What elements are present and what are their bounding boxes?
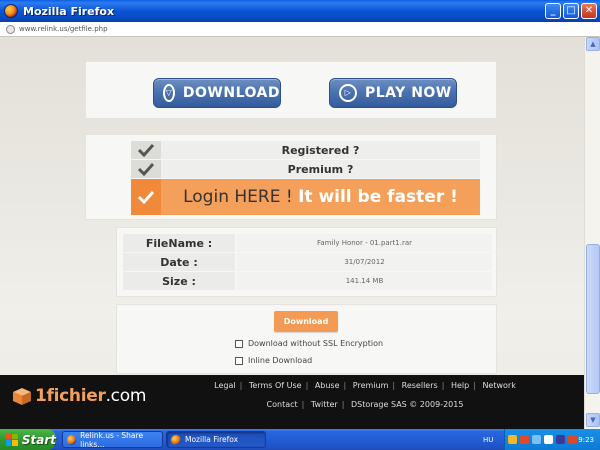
filename-value: Family Honor - 01.part1.rar <box>237 234 492 252</box>
ssl-checkbox[interactable] <box>235 339 243 348</box>
language-indicator[interactable]: HU <box>483 429 493 450</box>
box-icon <box>11 385 33 407</box>
date-value: 31/07/2012 <box>237 253 492 271</box>
login-label-emphasis: It will be faster ! <box>298 187 458 207</box>
scroll-down-icon[interactable]: ▼ <box>586 413 600 427</box>
premium-row[interactable]: Premium ? <box>131 160 480 178</box>
vertical-scrollbar[interactable]: ▲ ▼ <box>584 37 600 429</box>
checkmark-icon <box>131 179 161 215</box>
volume-icon[interactable] <box>544 435 553 444</box>
login-label: Login HERE ! It will be faster ! <box>161 187 480 207</box>
app-icon[interactable] <box>568 435 577 444</box>
table-row: FileName : Family Honor - 01.part1.rar <box>123 234 492 252</box>
brand-tld: .com <box>105 386 147 406</box>
download-button[interactable]: ▽ DOWNLOAD <box>153 78 281 108</box>
registered-label: Registered ? <box>281 143 360 157</box>
login-button[interactable]: Login HERE ! It will be faster ! <box>131 179 480 215</box>
premium-label: Premium ? <box>287 162 354 176</box>
chevron-down-icon: ▽ <box>163 84 175 102</box>
minimize-button[interactable]: _ <box>545 3 561 19</box>
date-label: Date : <box>123 253 235 271</box>
page-viewport: ▽ DOWNLOAD ▷ PLAY NOW Registered ? Premi… <box>0 37 584 429</box>
taskbar-item-relink[interactable]: Relink.us - Share links... <box>62 430 163 449</box>
taskbar: Start Relink.us - Share links... Mozilla… <box>0 429 600 450</box>
footer-link-resellers[interactable]: Resellers <box>402 381 438 390</box>
footer-link-terms[interactable]: Terms Of Use <box>249 381 302 390</box>
footer-link-premium[interactable]: Premium <box>353 381 389 390</box>
start-button[interactable]: Start <box>0 429 56 450</box>
brand-logo[interactable]: 1fichier.com <box>11 385 146 407</box>
ssl-option[interactable]: Download without SSL Encryption <box>235 339 383 348</box>
start-label: Start <box>21 432 56 447</box>
system-tray: 9:23 <box>504 429 600 450</box>
account-options-panel: Registered ? Premium ? Login HERE ! It w… <box>85 134 497 220</box>
taskbar-item-firefox[interactable]: Mozilla Firefox <box>166 431 266 448</box>
close-button[interactable]: ✕ <box>581 3 597 19</box>
maximize-button[interactable]: □ <box>563 3 579 19</box>
registered-row[interactable]: Registered ? <box>131 141 480 159</box>
brand-name: 1fichier <box>35 386 106 406</box>
login-label-prefix: Login HERE ! <box>183 187 299 207</box>
scroll-thumb[interactable] <box>586 244 600 394</box>
ssl-option-label: Download without SSL Encryption <box>248 339 384 348</box>
security-icon[interactable] <box>508 435 517 444</box>
footer-link-abuse[interactable]: Abuse <box>315 381 340 390</box>
footer-links-secondary: Contact | Twitter | DStorage SAS © 2009-20… <box>266 400 464 409</box>
table-row: Size : 141.14 MB <box>123 272 492 290</box>
taskbar-item-label: Mozilla Firefox <box>185 435 239 444</box>
footer-link-legal[interactable]: Legal <box>214 381 235 390</box>
play-icon: ▷ <box>339 84 357 102</box>
play-now-button[interactable]: ▷ PLAY NOW <box>329 78 457 108</box>
firefox-icon <box>67 434 77 445</box>
firefox-icon <box>4 4 18 18</box>
window-title-bar[interactable]: Mozilla Firefox _ □ ✕ <box>0 0 600 22</box>
footer-link-twitter[interactable]: Twitter <box>311 400 338 409</box>
footer-link-network[interactable]: Network <box>482 381 515 390</box>
size-label: Size : <box>123 272 235 290</box>
filename-label: FileName : <box>123 234 235 252</box>
file-info-panel: FileName : Family Honor - 01.part1.rar D… <box>116 227 497 297</box>
window-title: Mozilla Firefox <box>23 4 115 18</box>
firefox-icon <box>171 434 181 445</box>
checkmark-icon <box>131 141 161 159</box>
scroll-up-icon[interactable]: ▲ <box>586 37 600 51</box>
footer-link-contact[interactable]: Contact <box>267 400 298 409</box>
checkmark-icon <box>131 160 161 178</box>
footer-copyright: DStorage SAS © 2009-2015 <box>350 400 464 409</box>
clock: 9:23 <box>578 435 594 444</box>
windows-logo-icon <box>6 433 18 446</box>
play-now-button-label: PLAY NOW <box>365 85 452 101</box>
inline-option-label: Inline Download <box>248 356 313 365</box>
address-bar[interactable]: www.relink.us/getfile.php <box>0 22 600 37</box>
inline-checkbox[interactable] <box>235 356 243 365</box>
alert-icon[interactable] <box>520 435 529 444</box>
taskbar-item-label: Relink.us - Share links... <box>80 430 144 449</box>
network-icon[interactable] <box>532 435 541 444</box>
download-submit-button[interactable]: Download <box>274 311 338 332</box>
action-buttons-panel: ▽ DOWNLOAD ▷ PLAY NOW <box>85 61 497 119</box>
site-footer: 1fichier.com Legal | Terms Of Use | Abuse |… <box>0 375 584 429</box>
download-button-label: DOWNLOAD <box>182 85 280 101</box>
download-form-panel: Download Download without SSL Encryption… <box>116 304 497 374</box>
footer-link-help[interactable]: Help <box>451 381 469 390</box>
media-icon[interactable] <box>556 435 565 444</box>
page-icon <box>6 24 15 34</box>
inline-option[interactable]: Inline Download <box>235 356 312 365</box>
footer-links-primary: Legal | Terms Of Use | Abuse | Premium | Res… <box>214 381 516 390</box>
size-value: 141.14 MB <box>237 272 492 290</box>
url-text[interactable]: www.relink.us/getfile.php <box>19 25 108 33</box>
table-row: Date : 31/07/2012 <box>123 253 492 271</box>
